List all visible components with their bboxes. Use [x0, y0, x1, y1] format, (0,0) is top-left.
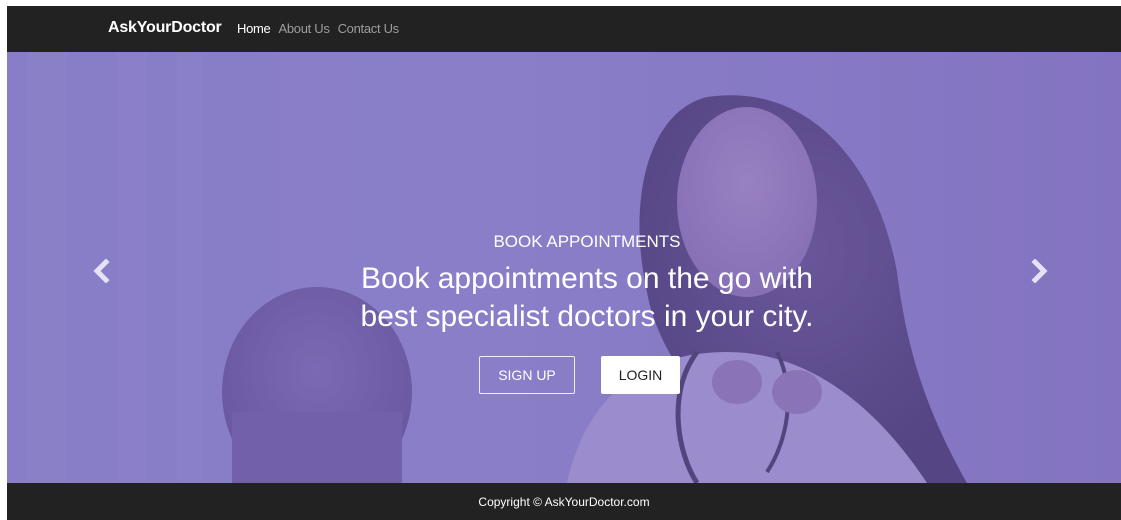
nav-link-contact[interactable]: Contact Us [338, 21, 400, 36]
carousel-next-button[interactable] [1024, 256, 1054, 286]
hero-carousel: BOOK APPOINTMENTS Book appointments on t… [7, 52, 1121, 483]
hero-title-line1: Book appointments on the go with [361, 262, 813, 295]
signup-button[interactable]: SIGN UP [479, 356, 575, 394]
chevron-left-icon [93, 259, 110, 283]
chevron-right-icon [1031, 259, 1048, 283]
nav-link-about[interactable]: About Us [278, 21, 329, 36]
hero-title: Book appointments on the go with best sp… [7, 260, 1121, 336]
nav-link-home[interactable]: Home [237, 21, 271, 36]
footer-copyright: Copyright © AskYourDoctor.com [478, 494, 650, 509]
nav-links: Home About Us Contact Us [237, 21, 407, 36]
page-frame: AskYourDoctor Home About Us Contact Us B… [7, 6, 1121, 520]
page-footer: Copyright © AskYourDoctor.com [7, 483, 1121, 520]
login-button[interactable]: LOGIN [601, 356, 680, 394]
brand-logo[interactable]: AskYourDoctor [108, 19, 222, 37]
top-navbar: AskYourDoctor Home About Us Contact Us [7, 6, 1121, 52]
hero-title-line2: best specialist doctors in your city. [360, 300, 814, 333]
hero-kicker: BOOK APPOINTMENTS [493, 232, 681, 251]
hero-caption: BOOK APPOINTMENTS Book appointments on t… [7, 52, 1121, 483]
carousel-prev-button[interactable] [87, 256, 117, 286]
